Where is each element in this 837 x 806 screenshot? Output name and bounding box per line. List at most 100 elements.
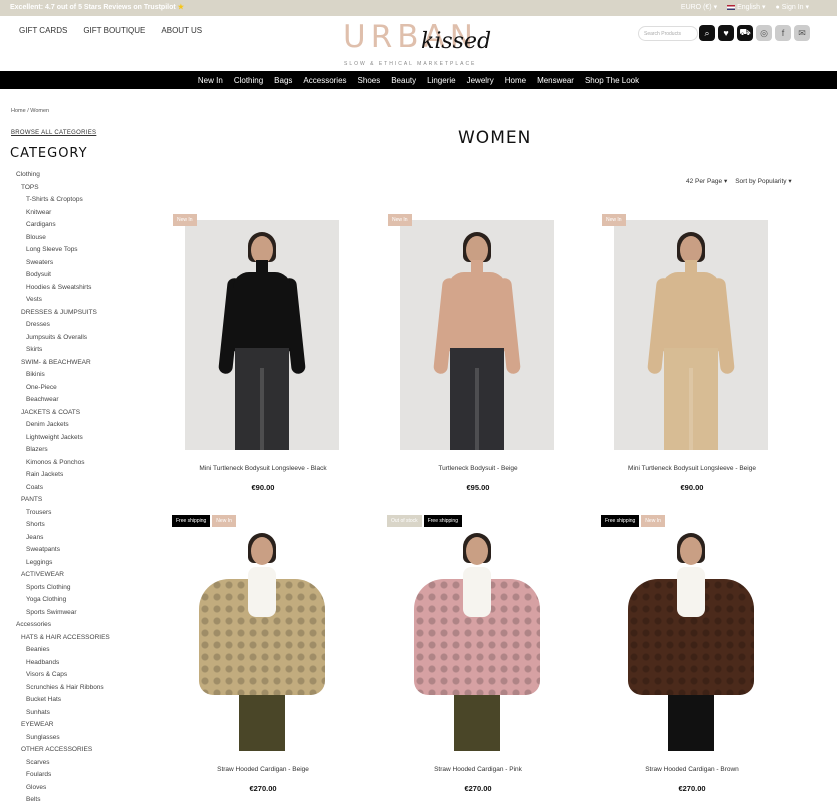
category-item[interactable]: PANTS: [0, 494, 140, 507]
category-item[interactable]: Cardigans: [0, 219, 140, 232]
category-item[interactable]: T-Shirts & Croptops: [0, 194, 140, 207]
product-price: €90.00: [251, 483, 275, 492]
cart-icon[interactable]: ⛟: [737, 25, 753, 41]
category-item[interactable]: EYEWEAR: [0, 719, 140, 732]
category-item[interactable]: Leggings: [0, 557, 140, 570]
site-logo[interactable]: URBAN kissed SLOW & ETHICAL MARKETPLACE: [343, 19, 491, 69]
product-card[interactable]: Free shipping New In Straw Hooded Cardigan…: [163, 515, 363, 800]
category-item[interactable]: Scrunchies & Hair Ribbons: [0, 682, 140, 695]
category-item[interactable]: Beanies: [0, 644, 140, 657]
category-item[interactable]: Kimonos & Ponchos: [0, 457, 140, 470]
header-link-gift-boutique[interactable]: GIFT BOUTIQUE: [83, 26, 145, 35]
trustpilot-announcement[interactable]: Excellent: 4.7 out of 5 Stars Reviews on…: [10, 3, 184, 11]
category-item[interactable]: Sweaters: [0, 257, 140, 270]
category-item[interactable]: Jeans: [0, 532, 140, 545]
nav-item-shoes[interactable]: Shoes: [358, 76, 381, 85]
product-card[interactable]: New In Turtleneck Bodysuit - Beige €95.00: [378, 214, 578, 499]
category-item[interactable]: Denim Jackets: [0, 419, 140, 432]
product-name[interactable]: Straw Hooded Cardigan - Pink: [378, 766, 578, 773]
category-item[interactable]: Rain Jackets: [0, 469, 140, 482]
category-item[interactable]: Beachwear: [0, 394, 140, 407]
category-item[interactable]: Sports Swimwear: [0, 607, 140, 620]
product-name[interactable]: Straw Hooded Cardigan - Brown: [592, 766, 792, 773]
currency-selector[interactable]: EURO (€) ▾: [681, 3, 717, 11]
category-item[interactable]: Scarves: [0, 757, 140, 770]
product-name[interactable]: Mini Turtleneck Bodysuit Longsleeve - Bl…: [163, 465, 363, 472]
category-item[interactable]: Long Sleeve Tops: [0, 244, 140, 257]
category-item[interactable]: Visors & Caps: [0, 669, 140, 682]
product-image[interactable]: [614, 521, 768, 751]
per-page-select[interactable]: 42 Per Page ▾: [686, 177, 727, 185]
nav-item-accessories[interactable]: Accessories: [303, 76, 346, 85]
product-card[interactable]: Free shipping New In Straw Hooded Cardigan…: [592, 515, 792, 800]
nav-item-home[interactable]: Home: [505, 76, 526, 85]
category-item[interactable]: Blazers: [0, 444, 140, 457]
category-item[interactable]: JACKETS & COATS: [0, 407, 140, 420]
category-item[interactable]: Skirts: [0, 344, 140, 357]
nav-item-lingerie[interactable]: Lingerie: [427, 76, 455, 85]
category-item[interactable]: Bodysuit: [0, 269, 140, 282]
category-item[interactable]: Dresses: [0, 319, 140, 332]
nav-item-bags[interactable]: Bags: [274, 76, 292, 85]
product-card[interactable]: Out of stock Free shipping Straw Hooded Ca…: [378, 515, 578, 800]
browse-all-categories-link[interactable]: BROWSE ALL CATEGORIES: [11, 130, 96, 136]
category-item[interactable]: Jumpsuits & Overalls: [0, 332, 140, 345]
nav-item-menswear[interactable]: Menswear: [537, 76, 574, 85]
signin-link[interactable]: ● Sign In ▾: [776, 3, 809, 11]
product-image[interactable]: [400, 521, 554, 751]
category-item[interactable]: Clothing: [0, 169, 140, 182]
category-item[interactable]: Knitwear: [0, 207, 140, 220]
category-item[interactable]: Lightweight Jackets: [0, 432, 140, 445]
sort-select[interactable]: Sort by Popularity ▾: [735, 177, 791, 185]
product-image[interactable]: [400, 220, 554, 450]
category-item[interactable]: Sunhats: [0, 707, 140, 720]
category-item[interactable]: ACTIVEWEAR: [0, 569, 140, 582]
category-item[interactable]: DRESSES & JUMPSUITS: [0, 307, 140, 320]
category-item[interactable]: TOPS: [0, 182, 140, 195]
category-item[interactable]: Sweatpants: [0, 544, 140, 557]
category-item[interactable]: Belts: [0, 794, 140, 806]
nav-item-new-in[interactable]: New In: [198, 76, 223, 85]
category-item[interactable]: One-Piece: [0, 382, 140, 395]
category-item[interactable]: Headbands: [0, 657, 140, 670]
category-item[interactable]: Yoga Clothing: [0, 594, 140, 607]
category-item[interactable]: Bikinis: [0, 369, 140, 382]
product-name[interactable]: Turtleneck Bodysuit - Beige: [378, 465, 578, 472]
instagram-icon[interactable]: ◎: [756, 25, 772, 41]
category-item[interactable]: HATS & HAIR ACCESSORIES: [0, 632, 140, 645]
nav-item-shop-the-look[interactable]: Shop The Look: [585, 76, 639, 85]
heart-icon[interactable]: ♥: [718, 25, 734, 41]
nav-item-clothing[interactable]: Clothing: [234, 76, 263, 85]
header-link-gift-cards[interactable]: GIFT CARDS: [19, 26, 67, 35]
category-item[interactable]: Accessories: [0, 619, 140, 632]
product-image[interactable]: [614, 220, 768, 450]
search-icon[interactable]: ⌕: [699, 25, 715, 41]
category-item[interactable]: Vests: [0, 294, 140, 307]
product-image[interactable]: [185, 521, 339, 751]
category-item[interactable]: Bucket Hats: [0, 694, 140, 707]
category-item[interactable]: Sunglasses: [0, 732, 140, 745]
category-item[interactable]: Sports Clothing: [0, 582, 140, 595]
header-link-about-us[interactable]: ABOUT US: [161, 26, 202, 35]
category-item[interactable]: Coats: [0, 482, 140, 495]
category-item[interactable]: Gloves: [0, 782, 140, 795]
breadcrumb[interactable]: Home / Women: [11, 108, 49, 114]
category-item[interactable]: OTHER ACCESSORIES: [0, 744, 140, 757]
product-name[interactable]: Mini Turtleneck Bodysuit Longsleeve - Be…: [592, 465, 792, 472]
language-selector[interactable]: English ▾: [727, 3, 766, 11]
category-item[interactable]: Shorts: [0, 519, 140, 532]
search-input[interactable]: Search Products: [638, 26, 698, 41]
nav-item-jewelry[interactable]: Jewelry: [467, 76, 494, 85]
category-item[interactable]: Blouse: [0, 232, 140, 245]
category-item[interactable]: SWIM- & BEACHWEAR: [0, 357, 140, 370]
category-item[interactable]: Foulards: [0, 769, 140, 782]
category-item[interactable]: Hoodies & Sweatshirts: [0, 282, 140, 295]
product-name[interactable]: Straw Hooded Cardigan - Beige: [163, 766, 363, 773]
mail-icon[interactable]: ✉: [794, 25, 810, 41]
product-image[interactable]: [185, 220, 339, 450]
category-item[interactable]: Trousers: [0, 507, 140, 520]
product-card[interactable]: New In Mini Turtleneck Bodysuit Longsleev…: [592, 214, 792, 499]
nav-item-beauty[interactable]: Beauty: [391, 76, 416, 85]
product-card[interactable]: New In Mini Turtleneck Bodysuit Longsleev…: [163, 214, 363, 499]
facebook-icon[interactable]: f: [775, 25, 791, 41]
